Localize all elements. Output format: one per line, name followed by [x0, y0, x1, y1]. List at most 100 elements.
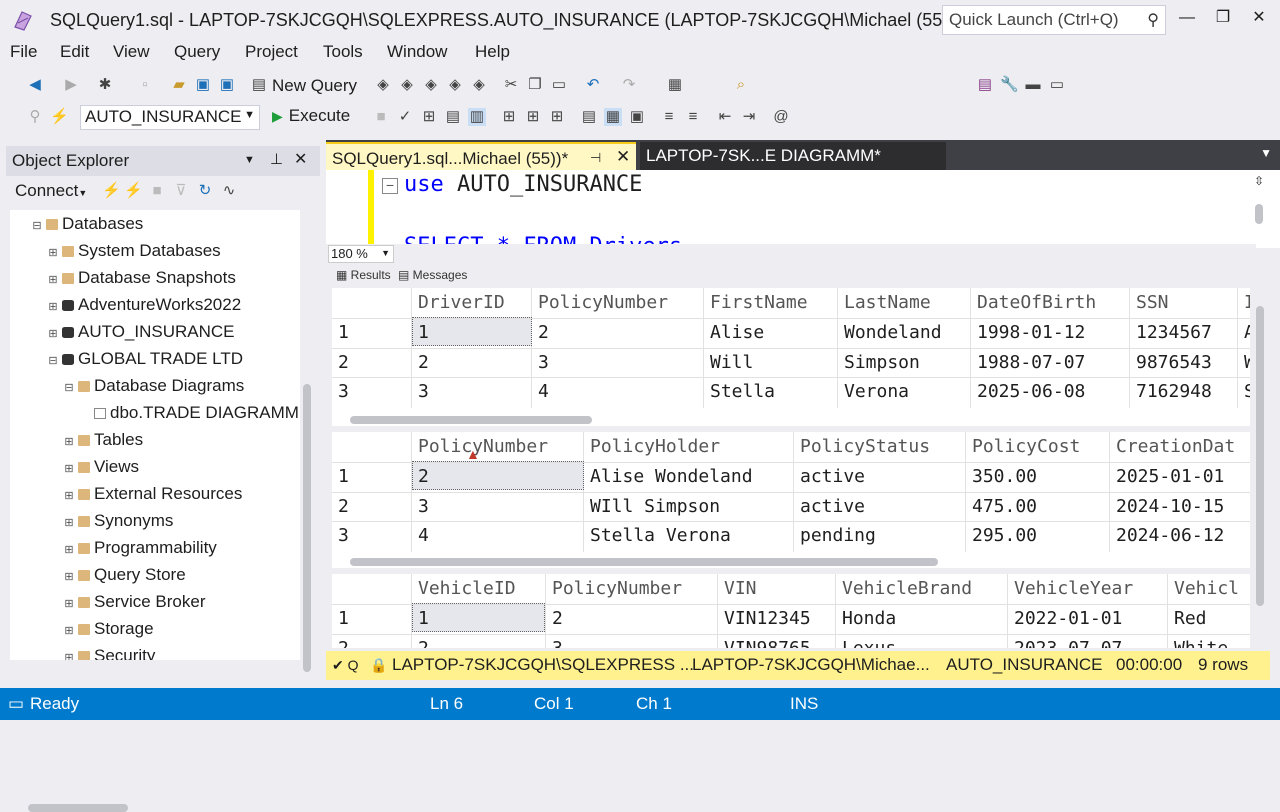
column-header[interactable]: PolicyHolder: [590, 432, 720, 462]
column-header[interactable]: PolicyNumber: [538, 288, 668, 318]
results-grid[interactable]: DriverID PolicyNumber FirstName LastName Dat…: [332, 288, 1250, 426]
grid-cell[interactable]: 2024-06-12: [1116, 521, 1224, 551]
object-explorer-horizontal-scrollbar[interactable]: [28, 804, 128, 812]
grid-cell[interactable]: Lexus: [842, 634, 896, 648]
find-icon[interactable]: ⌕: [732, 76, 750, 94]
grid-horizontal-scrollbar[interactable]: [350, 558, 938, 566]
grid-cell[interactable]: Alise Wondeland: [590, 462, 753, 492]
connect-dropdown[interactable]: Connect▼: [15, 181, 87, 201]
live-stats-icon[interactable]: ⊞: [524, 108, 542, 126]
activity-icon[interactable]: ∿: [220, 182, 238, 200]
expand-node-icon[interactable]: ⊞: [62, 456, 76, 483]
back-icon[interactable]: ◀: [26, 76, 44, 94]
row-number[interactable]: 2: [338, 348, 349, 378]
change-connection-icon[interactable]: ⚡: [50, 108, 69, 126]
query-designer-icon[interactable]: ▤: [444, 108, 462, 126]
forward-icon[interactable]: ▶: [62, 76, 80, 94]
menu-tools[interactable]: Tools: [323, 42, 363, 62]
grid-cell[interactable]: 2: [418, 634, 429, 648]
expand-node-icon[interactable]: ⊞: [62, 591, 76, 618]
xmla-query-icon[interactable]: ◈: [422, 76, 440, 94]
tab-sqlquery1[interactable]: SQLQuery1.sql...Michael (55))* ⊣ ✕: [326, 142, 636, 172]
pin-icon[interactable]: ⊥: [270, 150, 283, 168]
dmx-query-icon[interactable]: ◈: [398, 76, 416, 94]
tree-node[interactable]: ⊞ Database Snapshots: [46, 264, 235, 291]
grid-cell[interactable]: Verona: [844, 377, 909, 407]
results-to-grid-icon[interactable]: ▦: [604, 108, 622, 126]
grid-cell[interactable]: 1234567: [1136, 318, 1212, 348]
expand-node-icon[interactable]: ⊞: [62, 483, 76, 510]
expand-node-icon[interactable]: ⊞: [62, 429, 76, 456]
grid-cell[interactable]: A: [1244, 318, 1250, 348]
zoom-select[interactable]: 180 % ▼: [328, 245, 394, 263]
close-panel-icon[interactable]: ✕: [294, 149, 307, 169]
close-tab-icon[interactable]: ✕: [616, 147, 630, 167]
specify-values-icon[interactable]: @: [772, 108, 790, 126]
collapse-icon[interactable]: −: [382, 178, 398, 194]
decrease-indent-icon[interactable]: ⇤: [716, 108, 734, 126]
grid-cell[interactable]: Stella Verona: [590, 521, 731, 551]
tab-messages[interactable]: ▤ Messages: [398, 268, 467, 282]
grid-cell[interactable]: 475.00: [972, 492, 1037, 522]
grid-cell[interactable]: active: [800, 492, 865, 522]
tree-node[interactable]: ⊞ Security: [62, 642, 155, 660]
expand-node-icon[interactable]: ⊞: [62, 618, 76, 645]
column-header[interactable]: VehicleID: [418, 574, 516, 604]
editor-vertical-scrollbar[interactable]: ⇳: [1250, 170, 1270, 248]
tab-list-dropdown-icon[interactable]: ▼: [1260, 146, 1272, 160]
grid-cell[interactable]: Alise: [710, 318, 764, 348]
save-icon[interactable]: ▣: [194, 76, 212, 94]
tree-node[interactable]: ⊞ External Resources: [62, 480, 242, 507]
row-number[interactable]: 3: [338, 521, 349, 551]
tree-node[interactable]: ⊞ Query Store: [62, 561, 185, 588]
selected-cell[interactable]: [412, 317, 532, 346]
row-number[interactable]: 2: [338, 634, 349, 648]
column-header[interactable]: DriverID: [418, 288, 505, 318]
comment-icon[interactable]: ≡: [660, 108, 678, 126]
grid-cell[interactable]: 2025-01-01: [1116, 462, 1224, 492]
grid-cell[interactable]: 1: [418, 318, 429, 348]
refresh-icon[interactable]: ↻: [196, 182, 214, 200]
grid-cell[interactable]: 1998-01-12: [977, 318, 1085, 348]
minimize-button[interactable]: —: [1172, 6, 1202, 30]
grid-cell[interactable]: 3: [538, 348, 549, 378]
paste-icon[interactable]: ▭: [550, 76, 568, 94]
expand-node-icon[interactable]: ⊞: [62, 645, 76, 660]
selected-cell[interactable]: [412, 461, 584, 490]
menu-edit[interactable]: Edit: [60, 42, 89, 62]
menu-window[interactable]: Window: [387, 42, 447, 62]
connect-icon[interactable]: ⚲: [26, 108, 44, 126]
menu-project[interactable]: Project: [245, 42, 298, 62]
column-header[interactable]: PolicyCost: [972, 432, 1080, 462]
tree-node[interactable]: ⊞ Tables: [62, 426, 143, 453]
row-number[interactable]: 1: [338, 462, 349, 492]
solution-explorer-icon[interactable]: ▤: [976, 76, 994, 94]
column-header[interactable]: PolicyNumber: [418, 432, 548, 462]
grid-cell[interactable]: Will: [710, 348, 753, 378]
close-window-button[interactable]: ✕: [1244, 6, 1274, 30]
tree-node[interactable]: ⊟ Databases: [30, 210, 143, 237]
intellisense-icon[interactable]: ▥: [468, 108, 486, 126]
grid-cell[interactable]: WIll Simpson: [590, 492, 720, 522]
expand-node-icon[interactable]: ⊞: [46, 240, 60, 267]
copy-icon[interactable]: ❐: [526, 76, 544, 94]
column-header[interactable]: FirstName: [710, 288, 808, 318]
column-header[interactable]: VIN: [724, 574, 757, 604]
grid-cell[interactable]: 2024-10-15: [1116, 492, 1224, 522]
connect-plug-icon[interactable]: ⚡: [102, 182, 121, 200]
analysis-query-icon[interactable]: ◈: [470, 76, 488, 94]
results-grid[interactable]: VehicleID PolicyNumber VIN VehicleBrand Vehi…: [332, 574, 1250, 648]
output-icon[interactable]: ▭: [1048, 76, 1066, 94]
grid-cell[interactable]: VIN12345: [724, 604, 811, 634]
results-vertical-scrollbar[interactable]: [1256, 306, 1264, 606]
tree-node[interactable]: ⊞ Views: [62, 453, 139, 480]
tree-node[interactable]: ⊟ Database Diagrams: [62, 372, 244, 399]
grid-cell[interactable]: 3: [552, 634, 563, 648]
tab-results[interactable]: ▦ Results: [336, 268, 391, 282]
grid-cell[interactable]: Honda: [842, 604, 896, 634]
grid-cell[interactable]: pending: [800, 521, 876, 551]
tree-node[interactable]: ⊞ AUTO_INSURANCE: [46, 318, 234, 345]
row-number[interactable]: 1: [338, 318, 349, 348]
query-editor[interactable]: − use AUTO_INSURANCE SELECT * FROM Drive…: [326, 170, 1280, 248]
column-header[interactable]: Vehicl: [1174, 574, 1239, 604]
